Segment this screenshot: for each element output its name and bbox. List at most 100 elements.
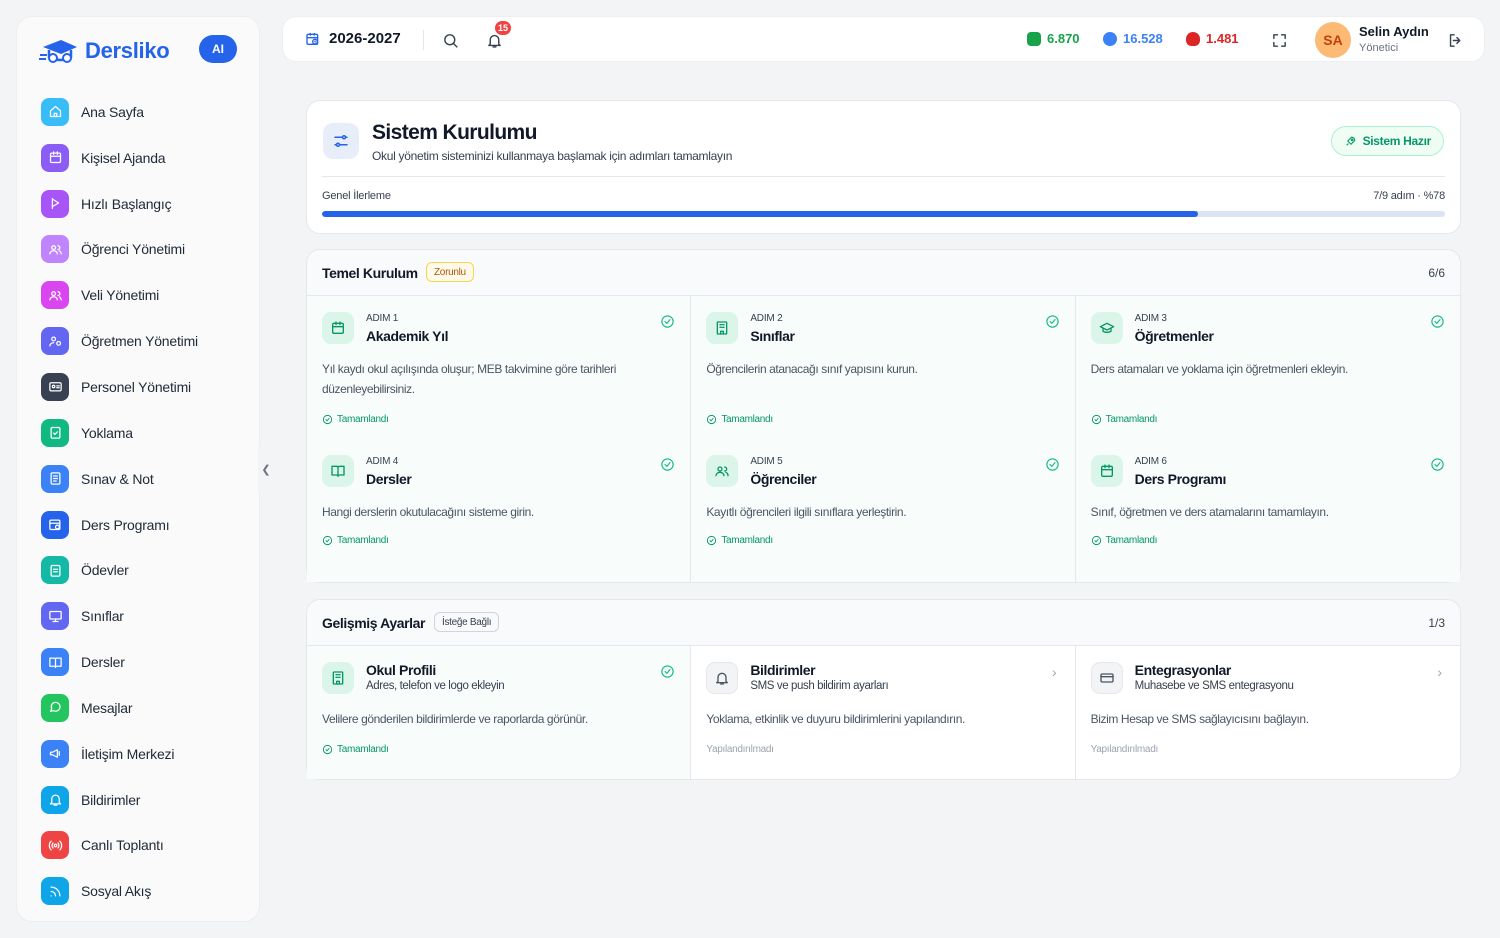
setup-step[interactable]: ADIM 6 Ders Programı Sınıf, öğretmen ve … bbox=[1075, 439, 1460, 582]
step-title: Okul Profili bbox=[366, 662, 436, 678]
sidebar-item-dersler[interactable]: Dersler bbox=[41, 639, 241, 685]
graduation-cap-logo-icon bbox=[39, 37, 79, 65]
system-ready-button[interactable]: Sistem Hazır bbox=[1330, 126, 1444, 156]
step-description: Velilere gönderilen bildirimlerde ve rap… bbox=[322, 712, 588, 726]
broadcast-icon bbox=[41, 831, 69, 860]
presentation-icon bbox=[41, 602, 69, 631]
avatar[interactable]: SA bbox=[1315, 22, 1351, 58]
search-button[interactable] bbox=[440, 30, 460, 50]
sidebar-item-label: Sınav & Not bbox=[81, 470, 154, 487]
sidebar-item-kişisel-ajanda[interactable]: Kişisel Ajanda bbox=[41, 135, 241, 181]
basic-steps-grid: ADIM 1 Akademik Yıl Yıl kaydı okul açılı… bbox=[307, 296, 1460, 582]
setup-step[interactable]: ADIM 1 Akademik Yıl Yıl kaydı okul açılı… bbox=[307, 296, 692, 439]
book-icon bbox=[41, 648, 69, 677]
sidebar-item-hızlı-başlangıç[interactable]: Hızlı Başlangıç bbox=[41, 181, 241, 227]
sidebar-item-label: Ders Programı bbox=[81, 516, 170, 533]
step-status: Yapılandırılmadı bbox=[1091, 744, 1159, 755]
step-title: Bildirimler bbox=[750, 662, 816, 678]
document-icon bbox=[41, 464, 69, 493]
sidebar-item-veli-yönetimi[interactable]: Veli Yönetimi bbox=[41, 272, 241, 318]
clipboard-check-icon bbox=[41, 418, 69, 447]
setup-card: Sistem Kurulumu Okul yönetim sisteminizi… bbox=[306, 100, 1461, 234]
sidebar-item-ödevler[interactable]: Ödevler bbox=[41, 547, 241, 593]
users-icon bbox=[41, 281, 69, 310]
settings-step[interactable]: Bildirimler SMS ve push bildirim ayarlar… bbox=[691, 646, 1076, 779]
logo[interactable]: Dersliko bbox=[39, 37, 170, 65]
academic-year-selector[interactable]: 2026-2027 bbox=[305, 30, 401, 47]
page-title: Sistem Kurulumu bbox=[372, 121, 537, 144]
logout-button[interactable] bbox=[1445, 30, 1465, 50]
setup-step[interactable]: ADIM 4 Dersler Hangi derslerin okutulaca… bbox=[307, 439, 692, 582]
system-ready-label: Sistem Hazır bbox=[1362, 134, 1432, 148]
stat-alerts[interactable]: 1.481 bbox=[1186, 31, 1239, 46]
sidebar-item-ana-sayfa[interactable]: Ana Sayfa bbox=[41, 89, 241, 135]
sidebar-item-mesajlar[interactable]: Mesajlar bbox=[41, 685, 241, 731]
section-title: Temel Kurulum bbox=[322, 265, 418, 281]
cash-icon bbox=[1027, 31, 1041, 46]
settings-step[interactable]: Okul Profili Adres, telefon ve logo ekle… bbox=[307, 646, 692, 779]
step-description: Sınıf, öğretmen ve ders atamalarını tama… bbox=[1090, 505, 1329, 519]
building-icon bbox=[706, 312, 739, 344]
notification-count-badge: 15 bbox=[495, 21, 512, 35]
check-circle-icon bbox=[660, 457, 675, 472]
setup-step[interactable]: ADIM 2 Sınıflar Öğrencilerin atanacağı s… bbox=[691, 296, 1076, 439]
rocket-icon bbox=[1345, 136, 1355, 146]
progress-fill bbox=[322, 211, 1198, 217]
sidebar-item-sınav-not[interactable]: Sınav & Not bbox=[41, 456, 241, 502]
sidebar-nav: Ana Sayfa Kişisel Ajanda Hızlı Başlangıç… bbox=[41, 89, 241, 914]
sidebar-item-öğrenci-yönetimi[interactable]: Öğrenci Yönetimi bbox=[41, 227, 241, 273]
section-header: Temel Kurulum Zorunlu 6/6 bbox=[307, 250, 1460, 296]
progress-value: 7/9 adım · %78 bbox=[1373, 190, 1445, 202]
fire-icon bbox=[1186, 31, 1200, 46]
sidebar-item-bildirimler[interactable]: Bildirimler bbox=[41, 777, 241, 823]
chevron-right-icon: › bbox=[1437, 664, 1442, 680]
sidebar-collapse-button[interactable]: ❮ bbox=[258, 446, 274, 492]
setup-step[interactable]: ADIM 5 Öğrenciler Kayıtlı öğrencileri il… bbox=[691, 439, 1076, 582]
clipboard-icon bbox=[41, 556, 69, 585]
step-status-label: Yapılandırılmadı bbox=[706, 744, 774, 755]
fullscreen-button[interactable] bbox=[1269, 30, 1289, 50]
step-number: ADIM 4 bbox=[366, 456, 399, 467]
sidebar-item-label: Öğrenci Yönetimi bbox=[81, 241, 185, 258]
sidebar-item-ders-programı[interactable]: Ders Programı bbox=[41, 502, 241, 548]
step-number: ADIM 6 bbox=[1134, 456, 1167, 467]
check-circle-icon bbox=[1430, 314, 1445, 329]
step-description: Yıl kaydı okul açılışında oluşur; MEB ta… bbox=[322, 362, 617, 396]
setup-step[interactable]: ADIM 3 Öğretmenler Ders atamaları ve yok… bbox=[1075, 296, 1460, 439]
step-status-label: Tamamlandı bbox=[1105, 535, 1158, 546]
chevron-right-icon: › bbox=[1051, 664, 1057, 680]
step-status-label: Tamamlandı bbox=[337, 535, 389, 546]
sidebar-item-sosyal-akış[interactable]: Sosyal Akış bbox=[41, 868, 241, 914]
logout-icon bbox=[1449, 33, 1460, 47]
advanced-steps-grid: Okul Profili Adres, telefon ve logo ekle… bbox=[307, 646, 1460, 779]
step-status: Tamamlandı bbox=[706, 414, 773, 425]
step-description: Kayıtlı öğrencileri ilgili sınıflara yer… bbox=[706, 505, 907, 519]
sidebar-item-label: Mesajlar bbox=[81, 699, 133, 716]
step-status-label: Tamamlandı bbox=[337, 414, 389, 425]
home-icon bbox=[41, 97, 69, 126]
sidebar-item-öğretmen-yönetimi[interactable]: Öğretmen Yönetimi bbox=[41, 318, 241, 364]
step-number: ADIM 1 bbox=[366, 313, 399, 324]
step-status: Tamamlandı bbox=[706, 535, 773, 546]
stat-students[interactable]: 6.870 bbox=[1027, 31, 1080, 46]
step-status: Tamamlandı bbox=[1091, 535, 1157, 546]
sidebar: Dersliko AI Ana Sayfa Kişisel Ajanda Hız… bbox=[16, 16, 260, 922]
sidebar-item-canlı-toplantı[interactable]: Canlı Toplantı bbox=[41, 823, 241, 869]
sidebar-item-yoklama[interactable]: Yoklama bbox=[41, 410, 241, 456]
check-circle-icon bbox=[660, 664, 675, 679]
step-title: Öğretmenler bbox=[1134, 328, 1214, 344]
ai-button[interactable]: AI bbox=[199, 35, 237, 63]
sidebar-item-label: Veli Yönetimi bbox=[81, 287, 160, 304]
sidebar-item-label: Canlı Toplantı bbox=[81, 837, 164, 854]
stat-value: 1.481 bbox=[1206, 31, 1239, 46]
settings-step[interactable]: Entegrasyonlar Muhasebe ve SMS entegrasy… bbox=[1076, 646, 1460, 779]
sidebar-item-i-letişim-merkezi[interactable]: İletişim Merkezi bbox=[41, 731, 241, 777]
sidebar-item-label: Yoklama bbox=[81, 424, 133, 441]
building-icon bbox=[322, 662, 354, 694]
calendar-clock-icon bbox=[41, 510, 69, 539]
sidebar-item-sınıflar[interactable]: Sınıflar bbox=[41, 593, 241, 639]
sidebar-item-personel-yönetimi[interactable]: Personel Yönetimi bbox=[41, 364, 241, 410]
stat-messages[interactable]: 16.528 bbox=[1103, 31, 1163, 46]
optional-badge: İsteğe Bağlı bbox=[434, 612, 500, 632]
step-description: Bizim Hesap ve SMS sağlayıcısını bağlayı… bbox=[1090, 712, 1309, 726]
